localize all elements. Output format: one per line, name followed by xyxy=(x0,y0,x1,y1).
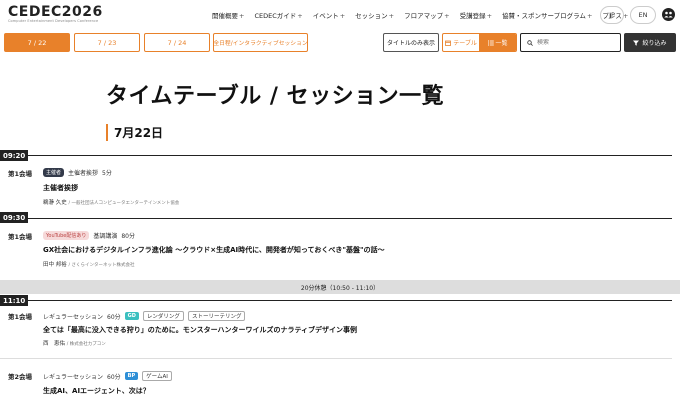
time-divider xyxy=(0,300,672,301)
time-label: 09:20 xyxy=(0,150,29,161)
calendar-icon xyxy=(445,40,452,46)
nav-item-floormap[interactable]: フロアマップ+ xyxy=(404,10,449,20)
search-box xyxy=(520,33,621,52)
view-list-label: 一覧 xyxy=(495,40,508,47)
break-banner: 20分休憩（10:50 - 11:10） xyxy=(0,280,680,294)
session-meta: YouTube配信あり 基調講演 80分 xyxy=(43,231,135,240)
plus-icon: + xyxy=(239,12,245,20)
site-logo[interactable]: CEDEC2026 Computer Entertainment Develop… xyxy=(8,5,103,24)
session-type: 主催者挨拶 xyxy=(68,170,99,177)
session-title[interactable]: 主催者挨拶 xyxy=(43,183,78,193)
lang-jp-button[interactable]: JP xyxy=(600,6,624,24)
plus-icon: + xyxy=(586,12,593,20)
speaker-org: / 一般社団法人コンピュータエンターテインメント協会 xyxy=(68,201,180,206)
nav-item-sponsor[interactable]: 協賛・スポンサープログラム+ xyxy=(502,10,592,20)
logo-subtitle: Computer Entertainment Developers Confer… xyxy=(8,19,99,23)
schedule-toolbar: 7 / 22 7 / 23 7 / 24 全日程/インタラクティブセッション タ… xyxy=(0,33,680,53)
session-duration: 80分 xyxy=(121,233,135,240)
page-title: タイムテーブル / セッション一覧 xyxy=(106,84,445,109)
session-meta: 主催者 主催者挨拶 5分 xyxy=(43,168,112,177)
session-title[interactable]: 全ては「最高に没入できる狩り」のために。モンスターハンターワイルズのナラティブデ… xyxy=(43,325,357,335)
session-speaker: 田中 邦裕 / さくらインターネット株式会社 xyxy=(43,260,134,268)
nav-label: 開催概要 xyxy=(212,12,238,20)
filter-label: 絞り込み xyxy=(642,40,667,47)
filter-button[interactable]: 絞り込み xyxy=(624,33,676,52)
day-heading: 7月22日 xyxy=(106,124,163,141)
nav-item-registration[interactable]: 受講登録+ xyxy=(460,10,492,20)
nav-item-sessions[interactable]: セッション+ xyxy=(355,10,394,20)
session-duration: 5分 xyxy=(102,170,112,177)
logo-text: CEDEC2026 xyxy=(8,4,103,20)
session-title[interactable]: GX社会におけるデジタルインフラ進化論 ～クラウド×生成AI時代に、開発者が知っ… xyxy=(43,245,385,255)
view-toggle: テーブル 一覧 xyxy=(442,33,517,52)
time-divider xyxy=(0,218,672,219)
session-title[interactable]: 生成AI、AIエージェント、次は？ xyxy=(43,386,150,396)
session-room: 第1会場 xyxy=(8,233,33,241)
view-table-button[interactable]: テーブル xyxy=(443,34,479,51)
speaker-org: / さくらインターネット株式会社 xyxy=(68,263,135,268)
plus-icon: + xyxy=(486,12,493,20)
speaker-org: / 株式会社カプコン xyxy=(66,342,106,347)
tag-chip[interactable]: ストーリーテリング xyxy=(187,311,246,321)
main-nav: 開催概要+ CEDECガイド+ イベント+ セッション+ フロアマップ+ 受講登… xyxy=(212,10,638,20)
session-speaker: 鵜瀞 久史 / 一般社団法人コンピュータエンターテインメント協会 xyxy=(43,198,179,206)
session-type: 基調講演 xyxy=(93,233,118,240)
time-label: 11:10 xyxy=(0,295,29,306)
lang-en-button[interactable]: EN xyxy=(630,6,656,24)
session-meta: レギュラーセッション 60分 BP ゲームAI xyxy=(43,371,172,381)
plus-icon: + xyxy=(339,12,346,20)
date-tab-0723[interactable]: 7 / 23 xyxy=(74,33,140,52)
speaker-name[interactable]: 田中 邦裕 xyxy=(43,262,67,268)
view-list-button[interactable]: 一覧 xyxy=(479,34,516,51)
session-room: 第1会場 xyxy=(8,170,33,178)
date-tab-0722[interactable]: 7 / 22 xyxy=(4,33,70,52)
nav-label: イベント xyxy=(312,12,339,20)
users-icon[interactable] xyxy=(662,8,675,21)
date-tab-0724[interactable]: 7 / 24 xyxy=(144,33,210,52)
plus-icon: + xyxy=(388,12,395,20)
session-duration: 60分 xyxy=(107,373,121,381)
view-table-label: テーブル xyxy=(453,40,477,47)
nav-label: 受講登録 xyxy=(459,12,486,20)
search-input[interactable] xyxy=(537,39,617,46)
tag-chip[interactable]: レンダリング xyxy=(142,311,184,321)
list-icon xyxy=(487,40,494,45)
session-meta: レギュラーセッション 60分 GD レンダリング ストーリーテリング xyxy=(43,311,246,321)
time-divider xyxy=(0,155,672,156)
nav-item-guide[interactable]: CEDECガイド+ xyxy=(254,10,302,20)
tag-chip[interactable]: ゲームAI xyxy=(142,371,172,381)
speaker-name[interactable]: 鵜瀞 久史 xyxy=(43,200,67,206)
site-header: CEDEC2026 Computer Entertainment Develop… xyxy=(0,0,680,30)
session-speaker: 西 恵佑 / 株式会社カプコン xyxy=(43,339,106,347)
session-room: 第2会場 xyxy=(8,373,33,381)
filter-icon xyxy=(633,40,640,46)
date-tab-all-interactive[interactable]: 全日程/インタラクティブセッション xyxy=(213,33,308,52)
nav-label: 協賛・スポンサープログラム xyxy=(502,12,586,20)
session-room: 第1会場 xyxy=(8,313,33,321)
category-badge: GD xyxy=(124,312,139,320)
time-label: 09:30 xyxy=(0,212,29,223)
organizer-badge: 主催者 xyxy=(43,168,65,177)
session-type: レギュラーセッション xyxy=(43,313,104,321)
plus-icon: + xyxy=(444,12,450,20)
session-type: レギュラーセッション xyxy=(43,373,104,381)
nav-label: セッション xyxy=(355,12,388,20)
category-badge: BP xyxy=(124,372,139,380)
nav-item-events[interactable]: イベント+ xyxy=(313,10,345,20)
youtube-badge: YouTube配信あり xyxy=(43,231,90,240)
session-duration: 60分 xyxy=(107,313,121,321)
speaker-name[interactable]: 西 恵佑 xyxy=(43,341,65,347)
plus-icon: + xyxy=(297,12,303,20)
nav-item-overview[interactable]: 開催概要+ xyxy=(212,10,244,20)
row-divider xyxy=(0,358,672,359)
search-icon xyxy=(527,39,533,46)
nav-label: CEDECガイド xyxy=(254,12,297,20)
nav-label: フロアマップ xyxy=(404,12,444,20)
title-only-toggle[interactable]: タイトルのみ表示 xyxy=(383,33,439,52)
